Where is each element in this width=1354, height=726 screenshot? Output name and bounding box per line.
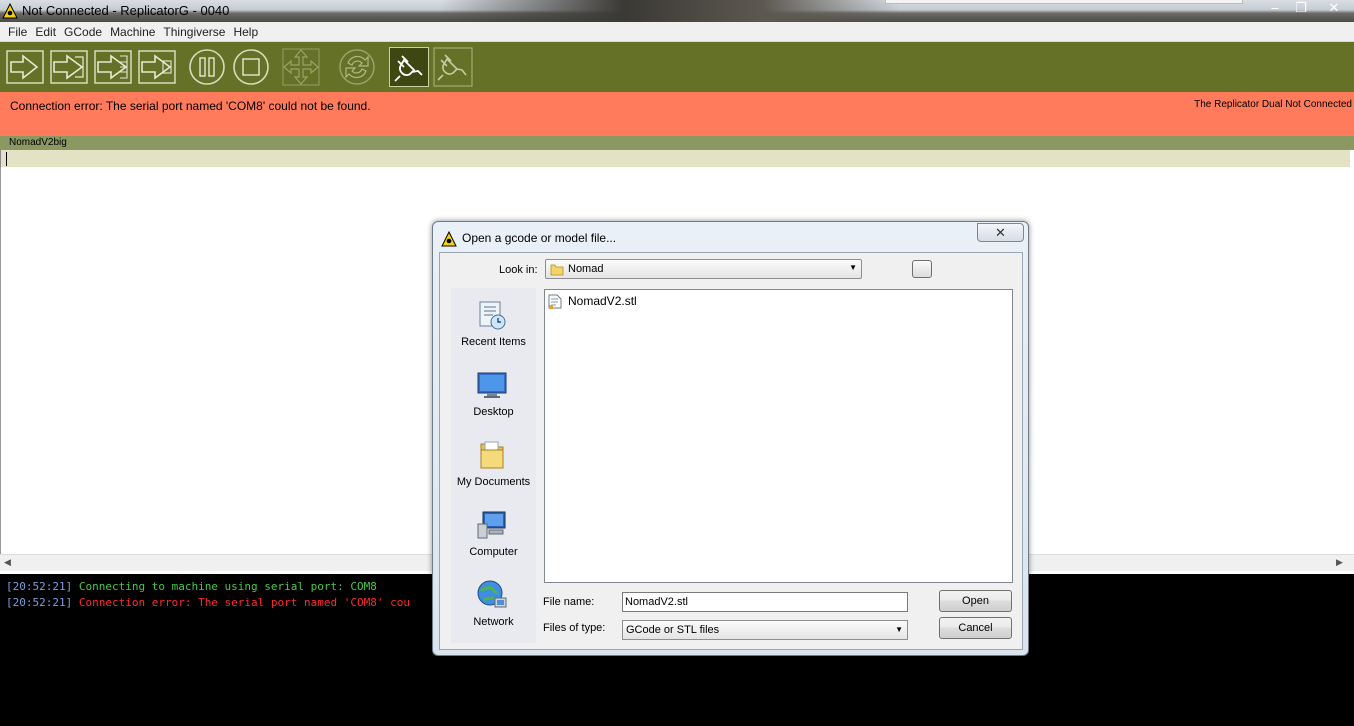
look-in-label: Look in:	[499, 264, 538, 276]
place-label: My Documents	[456, 476, 531, 488]
menu-file[interactable]: File	[4, 25, 31, 39]
console-timestamp: [20:52:21]	[6, 596, 73, 609]
menu-help[interactable]: Help	[229, 25, 262, 39]
stop-button[interactable]	[231, 47, 271, 87]
tab-nomadv2big[interactable]: NomadV2big	[9, 137, 67, 148]
build-icon	[6, 50, 44, 84]
dialog-body: Look in: Nomad ▼ Recent Items Desktop My…	[439, 252, 1023, 650]
computer-icon	[477, 511, 506, 539]
title-search-strip	[885, 0, 1243, 4]
menu-machine[interactable]: Machine	[106, 25, 159, 39]
control-panel-button[interactable]	[281, 47, 321, 87]
disconnect-button[interactable]	[433, 47, 473, 87]
scroll-right-icon[interactable]: ▶	[1336, 557, 1343, 568]
my-documents-icon	[480, 441, 504, 469]
build-from-sd-button[interactable]	[137, 47, 177, 87]
file-type-label: Files of type:	[543, 622, 606, 634]
move-icon	[282, 48, 320, 86]
menu-bar: File Edit GCode Machine Thingiverse Help	[0, 22, 1354, 42]
pause-icon	[189, 49, 225, 85]
places-bar: Recent Items Desktop My Documents Comput…	[451, 288, 536, 643]
place-label: Recent Items	[461, 336, 526, 348]
cancel-button[interactable]: Cancel	[939, 617, 1012, 639]
upload-icon	[50, 50, 88, 84]
scroll-left-icon[interactable]: ◀	[4, 557, 11, 568]
upload-button[interactable]	[49, 47, 89, 87]
network-icon	[477, 580, 507, 608]
place-recent-items[interactable]: Recent Items	[451, 298, 536, 364]
editor-current-line[interactable]	[0, 150, 1350, 167]
open-button[interactable]: Open	[939, 590, 1012, 612]
warning-icon	[2, 3, 18, 19]
console-message: Connection error: The serial port named …	[78, 596, 410, 609]
console-line: [20:52:21] Connection error: The serial …	[6, 596, 410, 609]
look-in-value: Nomad	[568, 263, 604, 275]
place-network[interactable]: Network	[451, 578, 536, 644]
reset-icon	[339, 49, 375, 85]
folder-icon	[550, 264, 564, 276]
list-item[interactable]: NomadV2.stl	[548, 293, 637, 309]
stop-icon	[233, 49, 269, 85]
editor-tab-bar: NomadV2big	[0, 136, 1354, 150]
build-button[interactable]	[5, 47, 45, 87]
title-bar: Not Connected - ReplicatorG - 0040 – ❐ ✕	[0, 0, 1354, 22]
text-cursor	[6, 152, 7, 166]
minimize-button[interactable]: –	[1262, 0, 1288, 18]
build-sd-icon	[138, 50, 176, 84]
pause-button[interactable]	[187, 47, 227, 87]
look-in-select[interactable]: Nomad ▼	[545, 259, 862, 279]
chevron-down-icon: ▼	[895, 625, 903, 634]
close-button[interactable]: ✕	[1314, 0, 1354, 18]
file-type-select[interactable]: GCode or STL files ▼	[622, 620, 908, 640]
file-name-label: File name:	[543, 596, 595, 608]
chevron-down-icon: ▼	[849, 263, 857, 272]
file-list[interactable]: NomadV2.stl	[544, 289, 1013, 583]
console-message: Connecting to machine using serial port:…	[78, 580, 377, 593]
recent-items-icon	[479, 301, 506, 330]
file-type-value: GCode or STL files	[626, 624, 720, 636]
console-line: [20:52:21] Connecting to machine using s…	[6, 580, 377, 593]
reset-button[interactable]	[337, 47, 377, 87]
menu-thingiverse[interactable]: Thingiverse	[159, 25, 229, 39]
place-label: Network	[473, 616, 514, 628]
plug-icon	[394, 55, 423, 82]
menu-gcode[interactable]: GCode	[60, 25, 106, 39]
menu-edit[interactable]: Edit	[31, 25, 60, 39]
window-title: Not Connected - ReplicatorG - 0040	[22, 3, 230, 18]
console-timestamp: [20:52:21]	[6, 580, 73, 593]
stl-file-icon	[548, 294, 562, 309]
status-message: Connection error: The serial port named …	[10, 99, 371, 113]
build-to-file-icon	[94, 50, 132, 84]
title-bar-background	[440, 0, 900, 22]
view-mode-button[interactable]	[912, 260, 932, 278]
place-computer[interactable]: Computer	[451, 508, 536, 574]
dialog-title: Open a gcode or model file...	[462, 231, 617, 245]
warning-icon	[441, 231, 457, 247]
open-file-dialog: Open a gcode or model file... ✕ Look in:…	[432, 221, 1029, 656]
file-name-input[interactable]	[622, 592, 908, 612]
place-label: Desktop	[473, 406, 514, 418]
place-my-documents[interactable]: My Documents	[451, 438, 536, 504]
dialog-close-button[interactable]: ✕	[977, 223, 1024, 242]
unplug-icon	[433, 47, 473, 87]
build-to-file-button[interactable]	[93, 47, 133, 87]
status-banner: Connection error: The serial port named …	[0, 92, 1354, 136]
desktop-icon	[477, 372, 507, 398]
connect-button[interactable]	[389, 47, 429, 87]
file-name: NomadV2.stl	[568, 294, 637, 308]
toolbar	[0, 42, 1354, 92]
place-desktop[interactable]: Desktop	[451, 368, 536, 434]
maximize-button[interactable]: ❐	[1289, 0, 1313, 18]
machine-status: The Replicator Dual Not Connected	[1194, 99, 1352, 110]
place-label: Computer	[469, 546, 518, 558]
